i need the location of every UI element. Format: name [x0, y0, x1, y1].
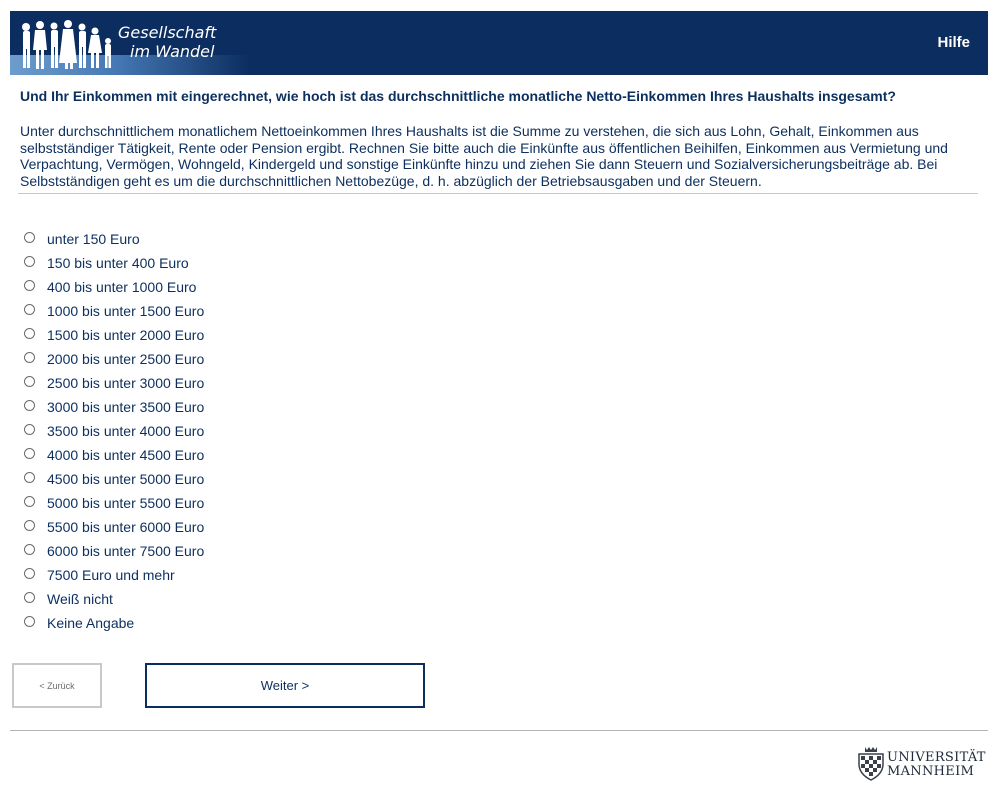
- university-logo: UNIVERSITÄT MANNHEIM: [856, 744, 991, 784]
- radio-button[interactable]: [24, 544, 35, 555]
- option-label: 4000 bis unter 4500 Euro: [47, 447, 205, 463]
- radio-button[interactable]: [24, 448, 35, 459]
- option-2000-2500[interactable]: 2000 bis unter 2500 Euro: [24, 350, 204, 374]
- option-2500-3000[interactable]: 2500 bis unter 3000 Euro: [24, 374, 204, 398]
- radio-button[interactable]: [24, 568, 35, 579]
- option-label: unter 150 Euro: [47, 231, 140, 247]
- radio-button[interactable]: [24, 256, 35, 267]
- back-button[interactable]: < Zurück: [12, 663, 102, 708]
- option-label: 2500 bis unter 3000 Euro: [47, 375, 205, 391]
- university-name: UNIVERSITÄT MANNHEIM: [887, 751, 986, 779]
- radio-button[interactable]: [24, 616, 35, 627]
- radio-button[interactable]: [24, 400, 35, 411]
- option-1500-2000[interactable]: 1500 bis unter 2000 Euro: [24, 326, 204, 350]
- option-5500-6000[interactable]: 5500 bis unter 6000 Euro: [24, 518, 204, 542]
- radio-button[interactable]: [24, 424, 35, 435]
- logo-line-2: im Wandel: [130, 42, 215, 61]
- radio-button[interactable]: [24, 280, 35, 291]
- option-label: 150 bis unter 400 Euro: [47, 255, 189, 271]
- radio-button[interactable]: [24, 520, 35, 531]
- option-label: 1000 bis unter 1500 Euro: [47, 303, 205, 319]
- logo-text: Gesellschaft im Wandel: [118, 23, 216, 61]
- next-button[interactable]: Weiter >: [145, 663, 425, 708]
- divider-bottom: [10, 730, 988, 731]
- radio-button[interactable]: [24, 496, 35, 507]
- option-label: Weiß nicht: [47, 591, 113, 607]
- option-4500-5000[interactable]: 4500 bis unter 5000 Euro: [24, 470, 204, 494]
- option-label: 6000 bis unter 7500 Euro: [47, 543, 205, 559]
- help-link[interactable]: Hilfe: [937, 34, 970, 51]
- university-crest-icon: [858, 747, 884, 781]
- option-7500-und-mehr[interactable]: 7500 Euro und mehr: [24, 566, 204, 590]
- option-6000-7500[interactable]: 6000 bis unter 7500 Euro: [24, 542, 204, 566]
- logo-line-1: Gesellschaft: [118, 23, 217, 42]
- option-label: 1500 bis unter 2000 Euro: [47, 327, 205, 343]
- option-5000-5500[interactable]: 5000 bis unter 5500 Euro: [24, 494, 204, 518]
- option-3500-4000[interactable]: 3500 bis unter 4000 Euro: [24, 422, 204, 446]
- option-label: 5000 bis unter 5500 Euro: [47, 495, 205, 511]
- radio-button[interactable]: [24, 304, 35, 315]
- radio-button[interactable]: [24, 592, 35, 603]
- option-150-400[interactable]: 150 bis unter 400 Euro: [24, 254, 204, 278]
- option-weiss-nicht[interactable]: Weiß nicht: [24, 590, 204, 614]
- divider-top: [18, 193, 978, 194]
- university-line-1: UNIVERSITÄT: [887, 750, 986, 765]
- option-keine-angabe[interactable]: Keine Angabe: [24, 614, 204, 638]
- option-label: 400 bis unter 1000 Euro: [47, 279, 197, 295]
- option-label: 2000 bis unter 2500 Euro: [47, 351, 205, 367]
- radio-button[interactable]: [24, 328, 35, 339]
- radio-button[interactable]: [24, 232, 35, 243]
- radio-button[interactable]: [24, 472, 35, 483]
- option-label: 7500 Euro und mehr: [47, 567, 175, 583]
- option-label: 3000 bis unter 3500 Euro: [47, 399, 205, 415]
- university-line-2: MANNHEIM: [887, 764, 975, 779]
- option-label: Keine Angabe: [47, 615, 135, 631]
- header-banner: Gesellschaft im Wandel Hilfe: [10, 11, 988, 75]
- option-4000-4500[interactable]: 4000 bis unter 4500 Euro: [24, 446, 204, 470]
- option-label: 3500 bis unter 4000 Euro: [47, 423, 205, 439]
- radio-button[interactable]: [24, 352, 35, 363]
- option-1000-1500[interactable]: 1000 bis unter 1500 Euro: [24, 302, 204, 326]
- people-silhouettes-icon: [22, 20, 111, 69]
- option-400-1000[interactable]: 400 bis unter 1000 Euro: [24, 278, 204, 302]
- answer-options: unter 150 Euro 150 bis unter 400 Euro 40…: [24, 230, 204, 638]
- option-unter-150[interactable]: unter 150 Euro: [24, 230, 204, 254]
- explanation-text: Unter durchschnittlichem monatlichem Net…: [20, 123, 948, 189]
- radio-button[interactable]: [24, 376, 35, 387]
- option-label: 5500 bis unter 6000 Euro: [47, 519, 205, 535]
- question-text: Und Ihr Einkommen mit eingerechnet, wie …: [20, 88, 896, 104]
- option-3000-3500[interactable]: 3000 bis unter 3500 Euro: [24, 398, 204, 422]
- option-label: 4500 bis unter 5000 Euro: [47, 471, 205, 487]
